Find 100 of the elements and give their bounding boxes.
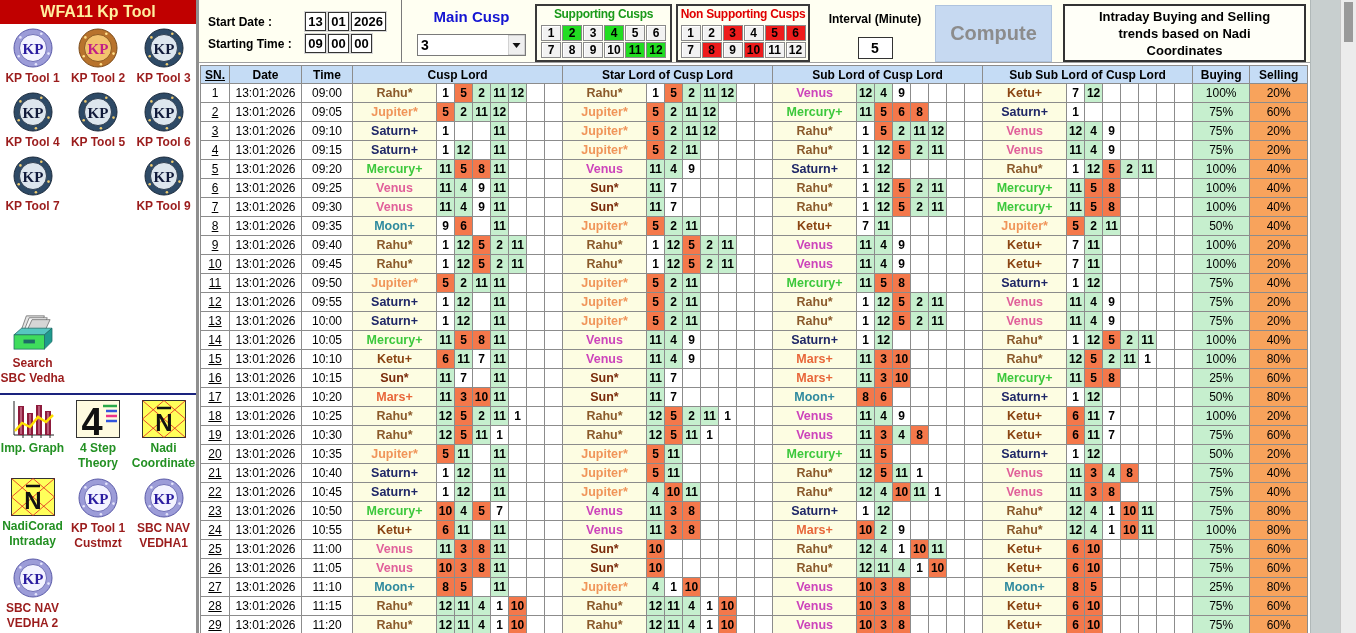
serial-number-cell[interactable]: 18 bbox=[200, 406, 230, 426]
serial-number-cell[interactable]: 26 bbox=[200, 558, 230, 578]
date-cell: 13:01:2026 bbox=[229, 197, 302, 217]
cusp-toggle[interactable]: 3 bbox=[583, 25, 603, 41]
kp-globe-icon[interactable]: KP bbox=[12, 156, 53, 196]
column-header[interactable]: SN. bbox=[200, 65, 230, 84]
kp-globe-icon[interactable]: KP bbox=[143, 92, 184, 132]
serial-number-cell[interactable]: 25 bbox=[200, 539, 230, 559]
serial-number-cell[interactable]: 4 bbox=[200, 140, 230, 160]
cusp-toggle[interactable]: 5 bbox=[625, 25, 645, 41]
time-cell: 09:50 bbox=[301, 273, 353, 293]
date-cell: 13:01:2026 bbox=[229, 216, 302, 236]
house-cell: 1 bbox=[436, 140, 455, 160]
house-cell: 1 bbox=[1102, 501, 1121, 521]
serial-number-cell[interactable]: 7 bbox=[200, 197, 230, 217]
time-cell: 10:50 bbox=[301, 501, 353, 521]
serial-number-cell[interactable]: 14 bbox=[200, 330, 230, 350]
cusp-toggle[interactable]: 2 bbox=[701, 25, 722, 41]
serial-number-cell[interactable]: 9 bbox=[200, 235, 230, 255]
cusp-toggle[interactable]: 1 bbox=[680, 25, 701, 41]
tool-label: Nadi Coordinate bbox=[131, 441, 196, 471]
date-field[interactable]: 13 bbox=[305, 12, 326, 31]
kp-globe-icon[interactable]: KP bbox=[12, 92, 53, 132]
app-title: WFA11 Kp Tool bbox=[0, 0, 196, 24]
time-cell: 10:05 bbox=[301, 330, 353, 350]
house-cell: 1 bbox=[856, 330, 875, 350]
tool-label: KP Tool 9 bbox=[135, 199, 192, 214]
serial-number-cell[interactable]: 15 bbox=[200, 349, 230, 369]
scrollbar[interactable] bbox=[1340, 0, 1356, 633]
serial-number-cell[interactable]: 17 bbox=[200, 387, 230, 407]
cusp-toggle[interactable]: 9 bbox=[583, 42, 603, 58]
date-cell: 13:01:2026 bbox=[229, 482, 302, 502]
serial-number-cell[interactable]: 11 bbox=[200, 273, 230, 293]
serial-number-cell[interactable]: 8 bbox=[200, 216, 230, 236]
kp-globe-icon[interactable]: KP bbox=[78, 478, 118, 518]
kp-globe-icon[interactable]: KP bbox=[143, 478, 184, 518]
cusp-toggle[interactable]: 4 bbox=[604, 25, 624, 41]
cusp-toggle[interactable]: 10 bbox=[604, 42, 624, 58]
cusp-toggle[interactable]: 7 bbox=[680, 42, 701, 58]
serial-number-cell[interactable]: 16 bbox=[200, 368, 230, 388]
serial-number-cell[interactable]: 29 bbox=[200, 615, 230, 633]
cusp-toggle[interactable]: 5 bbox=[764, 25, 785, 41]
house-cell: 9 bbox=[472, 197, 491, 217]
serial-number-cell[interactable]: 19 bbox=[200, 425, 230, 445]
serial-number-cell[interactable]: 24 bbox=[200, 520, 230, 540]
bar-chart-icon[interactable] bbox=[10, 400, 55, 438]
serial-number-cell[interactable]: 27 bbox=[200, 577, 230, 597]
serial-number-cell[interactable]: 2 bbox=[200, 102, 230, 122]
house-cell: 1 bbox=[1066, 387, 1085, 407]
four-step-icon[interactable]: 4 bbox=[76, 400, 120, 438]
date-field[interactable]: 2026 bbox=[351, 12, 386, 31]
cusp-toggle[interactable]: 11 bbox=[764, 42, 785, 58]
serial-number-cell[interactable]: 13 bbox=[200, 311, 230, 331]
serial-number-cell[interactable]: 10 bbox=[200, 254, 230, 274]
house-cell: 1 bbox=[856, 292, 875, 312]
serial-number-cell[interactable]: 6 bbox=[200, 178, 230, 198]
panel-title: Non Supporting Cusps bbox=[680, 7, 806, 22]
tool-label: SBC NAV VEDHA 2 bbox=[4, 601, 61, 631]
cusp-toggle[interactable]: 7 bbox=[541, 42, 561, 58]
cusp-toggle[interactable]: 11 bbox=[625, 42, 645, 58]
serial-number-cell[interactable]: 21 bbox=[200, 463, 230, 483]
cusp-toggle[interactable]: 8 bbox=[701, 42, 722, 58]
kp-globe-icon[interactable]: KP bbox=[143, 156, 184, 196]
cusp-toggle[interactable]: 6 bbox=[785, 25, 806, 41]
time-field[interactable]: 00 bbox=[351, 34, 372, 53]
main-cusp-dropdown[interactable]: 3 bbox=[417, 34, 526, 56]
date-cell: 13:01:2026 bbox=[229, 425, 302, 445]
interval-field[interactable]: 5 bbox=[857, 37, 893, 59]
serial-number-cell[interactable]: 23 bbox=[200, 501, 230, 521]
kp-globe-icon[interactable]: KP bbox=[78, 92, 118, 132]
house-cell: 1 bbox=[856, 121, 875, 141]
kp-globe-icon[interactable]: KP bbox=[12, 558, 53, 598]
card-drawer-icon[interactable] bbox=[11, 313, 54, 351]
kp-globe-icon[interactable]: KP bbox=[143, 28, 184, 68]
serial-number-cell[interactable]: 12 bbox=[200, 292, 230, 312]
cusp-toggle[interactable]: 10 bbox=[743, 42, 764, 58]
kp-globe-icon[interactable]: KP bbox=[12, 28, 53, 68]
tool-label: KP Tool 7 bbox=[4, 199, 61, 214]
nadi-chart-icon[interactable]: N bbox=[141, 400, 186, 438]
time-cell: 09:00 bbox=[301, 83, 353, 103]
time-field[interactable]: 09 bbox=[305, 34, 326, 53]
serial-number-cell[interactable]: 22 bbox=[200, 482, 230, 502]
cusp-toggle[interactable]: 3 bbox=[722, 25, 743, 41]
time-field[interactable]: 00 bbox=[328, 34, 349, 53]
cusp-toggle[interactable]: 2 bbox=[562, 25, 582, 41]
cusp-toggle[interactable]: 12 bbox=[646, 42, 666, 58]
house-cell: 9 bbox=[1102, 121, 1121, 141]
serial-number-cell[interactable]: 28 bbox=[200, 596, 230, 616]
date-cell: 13:01:2026 bbox=[229, 273, 302, 293]
cusp-toggle[interactable]: 4 bbox=[743, 25, 764, 41]
serial-number-cell[interactable]: 3 bbox=[200, 121, 230, 141]
cusp-toggle[interactable]: 9 bbox=[722, 42, 743, 58]
serial-number-cell[interactable]: 5 bbox=[200, 159, 230, 179]
cusp-toggle[interactable]: 6 bbox=[646, 25, 666, 41]
date-field[interactable]: 01 bbox=[328, 12, 349, 31]
cusp-toggle[interactable]: 1 bbox=[541, 25, 561, 41]
cusp-toggle[interactable]: 12 bbox=[785, 42, 806, 58]
serial-number-cell[interactable]: 20 bbox=[200, 444, 230, 464]
nadi-chart-icon[interactable]: N bbox=[10, 478, 55, 516]
cusp-toggle[interactable]: 8 bbox=[562, 42, 582, 58]
